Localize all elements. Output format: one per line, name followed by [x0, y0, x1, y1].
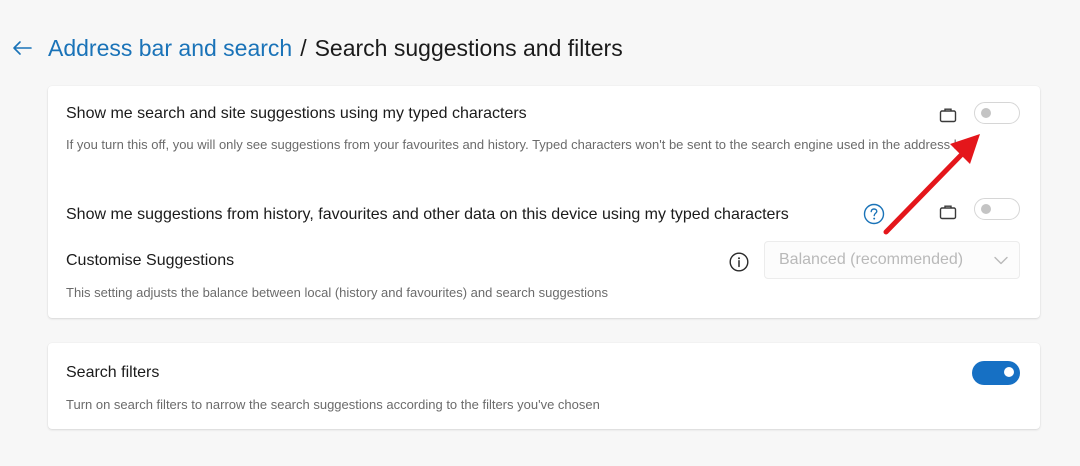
search-filters-title: Search filters	[66, 364, 160, 381]
search-filters-card: Search filters Turn on search filters to…	[48, 343, 1040, 429]
arrow-left-icon	[13, 41, 32, 55]
chevron-down-icon	[983, 256, 1019, 265]
page-title: Search suggestions and filters	[314, 34, 623, 61]
toggle-knob	[981, 108, 991, 118]
toggle-knob	[1004, 367, 1014, 377]
breadcrumb-header: Address bar and search / Search suggesti…	[8, 30, 623, 66]
customise-suggestions-title: Customise Suggestions	[66, 252, 235, 269]
customise-suggestions-dropdown[interactable]: Balanced (recommended)	[764, 241, 1020, 279]
info-circle-icon[interactable]	[728, 251, 750, 273]
customise-suggestions-description: This setting adjusts the balance between…	[66, 285, 608, 300]
breadcrumb-parent-link[interactable]: Address bar and search	[48, 35, 292, 62]
typed-suggestions-title: Show me search and site suggestions usin…	[66, 105, 527, 122]
search-filters-description: Turn on search filters to narrow the sea…	[66, 397, 600, 412]
device-suggestions-title: Show me suggestions from history, favour…	[66, 206, 789, 223]
breadcrumb-separator: /	[300, 34, 307, 61]
back-button[interactable]	[8, 34, 36, 62]
dropdown-selected-value: Balanced (recommended)	[779, 251, 964, 268]
search-filters-toggle[interactable]	[972, 361, 1020, 385]
red-arrow-icon	[883, 134, 980, 235]
